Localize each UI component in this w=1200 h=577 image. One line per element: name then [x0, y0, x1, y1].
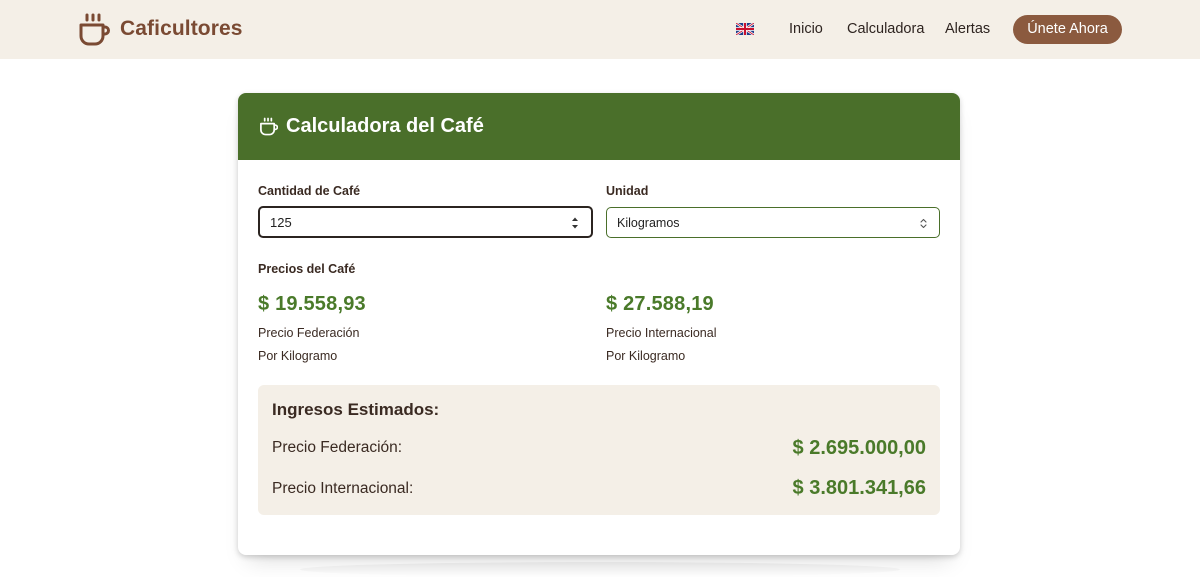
- coffee-cup-icon: [260, 117, 278, 136]
- quantity-label: Cantidad de Café: [258, 184, 361, 198]
- income-international-label: Precio Internacional:: [272, 480, 414, 497]
- quantity-input[interactable]: 125: [258, 206, 593, 238]
- join-now-button[interactable]: Únete Ahora: [1013, 15, 1122, 44]
- calculator-title: Calculadora del Café: [286, 115, 484, 137]
- estimated-income-panel: Ingresos Estimados: Precio Federación: $…: [258, 385, 940, 515]
- federation-price: $ 19.558,93: [258, 293, 366, 315]
- unit-label: Unidad: [606, 184, 649, 198]
- federation-price-label: Precio Federación: [258, 326, 360, 340]
- prices-heading: Precios del Café: [258, 262, 356, 276]
- international-price-label: Precio Internacional: [606, 326, 717, 340]
- calculator-card: Calculadora del Café Cantidad de Café 12…: [238, 93, 960, 555]
- number-spinner-icon[interactable]: [571, 216, 579, 230]
- nav-link-alertas[interactable]: Alertas: [945, 20, 990, 38]
- nav-link-inicio[interactable]: Inicio: [789, 20, 823, 38]
- international-price-unit: Por Kilogramo: [606, 349, 686, 363]
- brand-logo-link[interactable]: Caficultores: [78, 12, 243, 46]
- card-shadow: [300, 562, 900, 577]
- navbar: Caficultores Inicio Calculadora Alertas …: [0, 0, 1200, 59]
- federation-price-unit: Por Kilogramo: [258, 349, 338, 363]
- uk-flag-icon[interactable]: [736, 23, 754, 35]
- quantity-value: 125: [270, 215, 292, 230]
- calculator-header: Calculadora del Café: [238, 93, 960, 160]
- income-federation-label: Precio Federación:: [272, 439, 403, 456]
- income-federation-value: $ 2.695.000,00: [792, 437, 926, 459]
- chevron-up-down-icon: [920, 218, 927, 229]
- coffee-cup-icon: [79, 13, 110, 46]
- unit-select[interactable]: Kilogramos: [606, 207, 940, 238]
- nav-link-calculadora[interactable]: Calculadora: [847, 20, 924, 38]
- brand-name: Caficultores: [120, 17, 243, 40]
- estimated-income-title: Ingresos Estimados:: [272, 400, 440, 419]
- international-price: $ 27.588,19: [606, 293, 714, 315]
- income-international-value: $ 3.801.341,66: [792, 477, 926, 499]
- unit-value: Kilogramos: [617, 216, 680, 230]
